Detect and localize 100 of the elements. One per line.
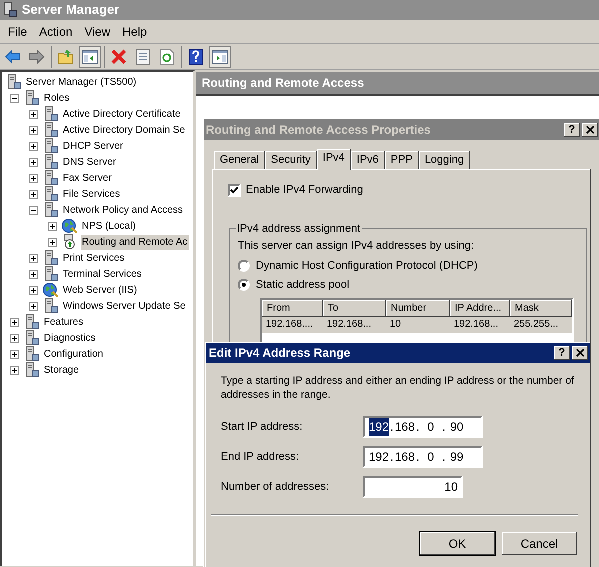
server-icon — [43, 250, 59, 266]
table-row[interactable]: 192.168.... 192.168... 10 192.168... 255.255... — [262, 316, 572, 332]
table-cell-text: 192.168... — [453, 318, 500, 332]
tree-item[interactable]: DNS Server — [62, 154, 118, 170]
column-header[interactable]: IP Addre... — [450, 300, 510, 316]
octet-separator: . — [441, 419, 447, 436]
octet-text: 0 — [426, 419, 436, 436]
close-button[interactable] — [582, 122, 598, 136]
radio-button[interactable] — [238, 260, 250, 272]
table-cell-text: 10 — [389, 318, 402, 332]
tree-item[interactable]: Network Policy and Access — [62, 202, 184, 218]
close-button[interactable] — [572, 346, 588, 360]
tree-item[interactable]: Configuration — [43, 346, 104, 362]
expander-icon[interactable] — [48, 222, 57, 230]
expander-icon[interactable] — [10, 94, 19, 102]
tree-item[interactable]: File Services — [62, 186, 122, 202]
tree-item[interactable]: DHCP Server — [62, 138, 124, 154]
octet-separator: . — [389, 449, 395, 466]
tab[interactable]: Logging — [418, 151, 470, 169]
router-icon — [62, 234, 78, 250]
menu-item[interactable]: Help — [116, 22, 154, 40]
menu-item[interactable]: Action — [33, 22, 79, 40]
ip-address-field[interactable]: 192.168. 0 . 90 — [363, 416, 483, 438]
server-icon — [43, 298, 59, 314]
expander-icon[interactable] — [29, 142, 38, 150]
octet-separator: . — [441, 449, 447, 466]
refresh-icon — [160, 48, 174, 64]
column-header[interactable]: Number — [386, 300, 450, 316]
octet-text: 192 — [369, 418, 389, 436]
checkbox[interactable] — [228, 184, 241, 197]
column-header[interactable]: From — [262, 300, 323, 316]
dialog-button[interactable]: OK — [420, 532, 495, 555]
tree-item[interactable]: Diagnostics — [43, 330, 97, 346]
pane-icon — [82, 50, 98, 64]
menu-item[interactable]: View — [78, 22, 116, 40]
tab[interactable]: PPP — [384, 151, 419, 169]
description-text: This server can assign IPv4 addresses by using: — [238, 239, 476, 254]
tree-item[interactable]: Windows Server Update Se — [62, 298, 187, 314]
expander-icon[interactable] — [29, 174, 38, 182]
server-icon — [43, 122, 59, 138]
field-label: Number of addresses: — [221, 480, 330, 495]
radio-label: Dynamic Host Configuration Protocol (DHCP) — [256, 258, 478, 274]
group-title: IPv4 address assignment — [236, 222, 362, 236]
tree-item[interactable]: Storage — [43, 362, 80, 378]
octet-text: 168 — [395, 449, 415, 466]
expander-icon[interactable] — [29, 110, 38, 118]
globe-icon — [62, 218, 78, 234]
panel-title: Routing and Remote Access — [202, 75, 364, 92]
expander-icon[interactable] — [29, 270, 38, 278]
octet-separator: . — [389, 419, 395, 436]
tree-item[interactable]: Print Services — [62, 250, 126, 266]
number-field[interactable]: 10 — [363, 476, 463, 498]
tab[interactable]: IPv4 — [316, 149, 351, 170]
ip-address-field[interactable]: 192.168. 0 . 99 — [363, 446, 483, 468]
close-icon — [576, 349, 584, 357]
expander-icon[interactable] — [10, 350, 19, 358]
octet-separator: . — [415, 449, 421, 466]
column-header[interactable]: To — [323, 300, 386, 316]
expander-icon[interactable] — [29, 254, 38, 262]
tab[interactable]: IPv6 — [350, 151, 385, 169]
server-icon — [43, 202, 59, 218]
tree-item[interactable]: Terminal Services — [62, 266, 143, 282]
radio-button[interactable] — [238, 279, 250, 292]
help-button[interactable]: ? — [564, 122, 580, 136]
expander-icon[interactable] — [10, 334, 19, 342]
expander-icon[interactable] — [29, 190, 38, 198]
tree-item[interactable]: Web Server (IIS) — [62, 282, 138, 298]
expander-icon[interactable] — [29, 126, 38, 134]
expander-icon[interactable] — [10, 318, 19, 326]
expander-icon[interactable] — [29, 206, 38, 214]
help-icon — [189, 48, 203, 64]
help-button[interactable]: ? — [554, 346, 570, 360]
tree-item[interactable]: Features — [43, 314, 84, 330]
dialog-button[interactable]: Cancel — [502, 532, 577, 555]
expander-icon[interactable] — [48, 238, 57, 246]
octet-text: 0 — [426, 449, 436, 466]
tree-item[interactable]: Routing and Remote Ac — [81, 234, 189, 250]
menu-item[interactable]: File — [2, 22, 34, 40]
window-title: Server Manager — [22, 1, 120, 20]
globe-icon — [43, 282, 59, 298]
server-icon — [24, 314, 40, 330]
tree-item[interactable]: Roles — [43, 90, 71, 106]
tree-item[interactable]: NPS (Local) — [81, 218, 137, 234]
dialog-title: Routing and Remote Access Properties — [206, 122, 431, 138]
field-label: End IP address: — [221, 450, 300, 465]
tree-item[interactable]: Server Manager (TS500) — [25, 74, 138, 90]
octet-text: 90 — [449, 419, 465, 436]
column-header[interactable]: Mask — [510, 300, 572, 316]
expander-icon[interactable] — [10, 366, 19, 374]
expander-icon[interactable] — [29, 158, 38, 166]
tab[interactable]: Security — [265, 151, 317, 169]
expander-icon[interactable] — [29, 286, 38, 294]
tree-item[interactable]: Active Directory Certificate — [62, 106, 182, 122]
tree-item[interactable]: Fax Server — [62, 170, 113, 186]
expander-icon[interactable] — [29, 302, 38, 310]
radio-label: Static address pool — [256, 278, 350, 293]
forward-arrow-icon — [29, 50, 45, 64]
tab[interactable]: General — [214, 151, 266, 169]
table-cell-text: 192.168.... — [265, 318, 314, 332]
tree-item[interactable]: Active Directory Domain Se — [62, 122, 186, 138]
